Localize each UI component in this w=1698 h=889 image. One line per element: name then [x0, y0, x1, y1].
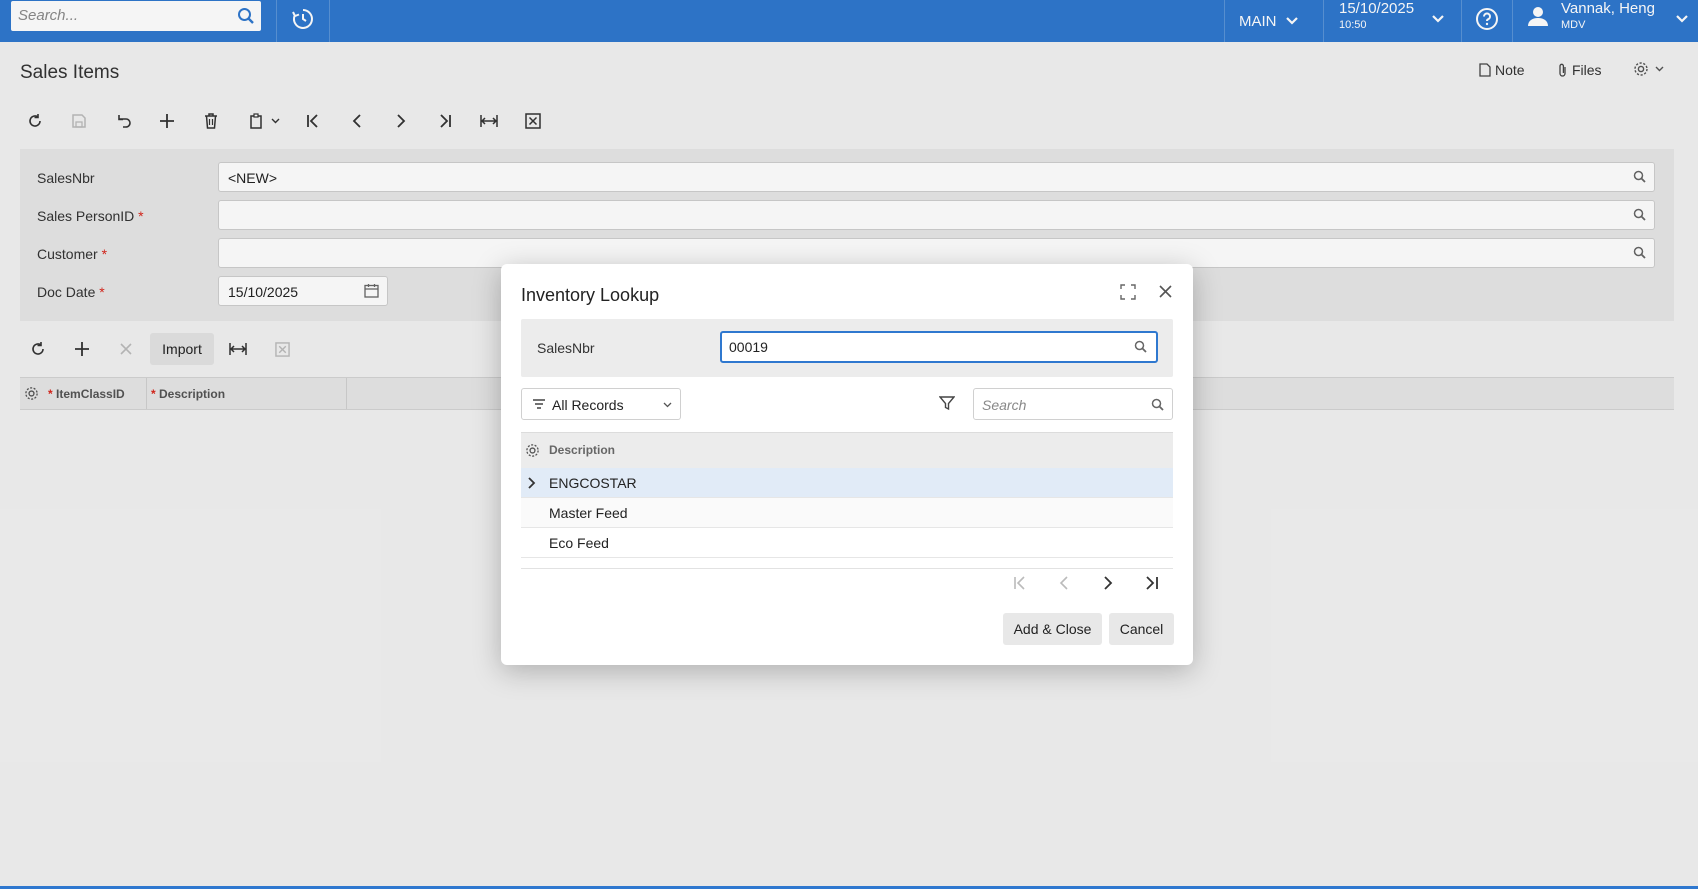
column-header-description[interactable]: Description [549, 443, 615, 457]
row-description: Master Feed [549, 505, 628, 521]
lookup-grid-header: Description [521, 432, 1173, 468]
row-description: Eco Feed [549, 535, 609, 551]
dialog-title: Inventory Lookup [521, 285, 660, 305]
lookup-row[interactable]: ENGCOSTAR [521, 468, 1173, 498]
last-page-icon[interactable] [1138, 569, 1166, 597]
records-filter-select[interactable]: All Records [521, 388, 681, 420]
first-page-icon[interactable] [1006, 569, 1034, 597]
search-icon[interactable] [1134, 340, 1147, 353]
row-description: ENGCOSTAR [549, 475, 637, 491]
maximize-icon[interactable] [1120, 284, 1136, 300]
next-page-icon[interactable] [1094, 569, 1122, 597]
gear-icon[interactable] [525, 443, 540, 458]
records-filter-value: All Records [552, 397, 624, 413]
lookup-row[interactable]: Master Feed [521, 498, 1173, 528]
chevron-right-icon [527, 476, 537, 490]
filter-icon[interactable] [939, 395, 955, 411]
param-salesnbr-value: 00019 [729, 339, 768, 355]
inventory-lookup-dialog: Inventory Lookup SalesNbr 00019 All Reco… [501, 264, 1193, 665]
previous-page-icon[interactable] [1050, 569, 1078, 597]
param-salesnbr-field[interactable]: 00019 [720, 331, 1158, 363]
lookup-parameters-panel: SalesNbr 00019 [521, 319, 1173, 377]
close-icon[interactable] [1158, 284, 1173, 299]
lookup-search-placeholder: Search [982, 397, 1027, 413]
lookup-row[interactable]: Eco Feed [521, 528, 1173, 558]
filter-lines-icon [533, 398, 545, 410]
add-close-button[interactable]: Add & Close [1003, 613, 1102, 645]
param-salesnbr-label: SalesNbr [537, 340, 595, 356]
chevron-down-icon [663, 402, 672, 408]
lookup-search-input[interactable]: Search [973, 388, 1173, 420]
cancel-button[interactable]: Cancel [1109, 613, 1174, 645]
search-icon[interactable] [1151, 398, 1164, 411]
